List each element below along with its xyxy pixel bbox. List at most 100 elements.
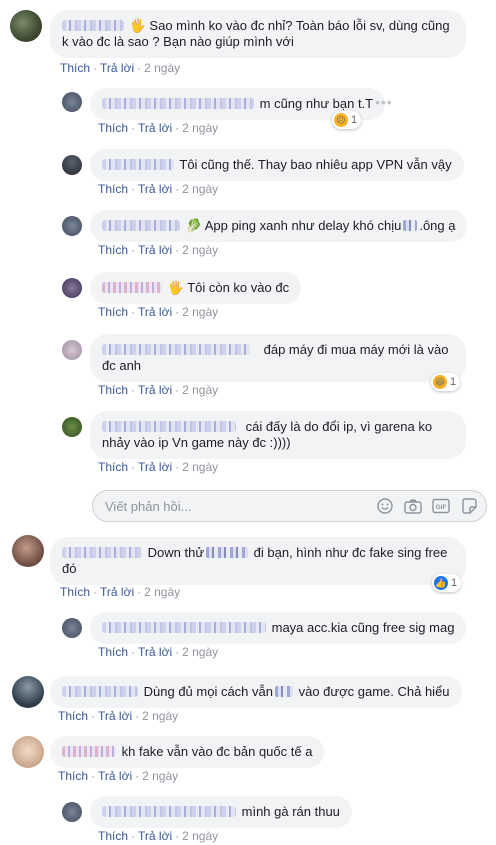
timestamp[interactable]: 2 ngày [182, 829, 218, 843]
comment-actions: Thích · Trả lời · 2 ngày [98, 645, 219, 659]
timestamp[interactable]: 2 ngày [144, 585, 180, 599]
like-link[interactable]: Thích [60, 61, 90, 75]
avatar[interactable] [62, 802, 82, 822]
avatar[interactable] [62, 216, 82, 236]
haha-reaction-icon: 😆 [433, 375, 447, 389]
timestamp[interactable]: 2 ngày [182, 383, 218, 397]
reply-link[interactable]: Trả lời [100, 585, 134, 599]
avatar[interactable] [62, 618, 82, 638]
comment-text-continued: vào được game. Chả hiểu [298, 684, 450, 699]
reply-link[interactable]: Trả lời [138, 460, 172, 474]
reaction-count[interactable]: 😆 1 [431, 373, 461, 391]
reply-bubble: mình gà rán thuu [90, 796, 352, 828]
avatar[interactable] [10, 10, 42, 42]
timestamp[interactable]: 2 ngày [182, 460, 218, 474]
comment-text: Tôi cũng thế. Thay bao nhiêu app VPN vẫn… [179, 157, 452, 172]
commenter-name[interactable] [102, 159, 174, 170]
gif-icon[interactable]: GIF [432, 497, 450, 515]
comment-bubble: Dùng đủ mọi cách vẫn vào được game. Chả … [50, 676, 462, 708]
reply-bubble: 🥬 App ping xanh như delay khó chịu .ông ạ [90, 210, 468, 242]
commenter-name[interactable] [102, 282, 162, 293]
comment-actions: Thích · Trả lời · 2 ngày [98, 121, 219, 135]
like-link[interactable]: Thích [98, 645, 128, 659]
commenter-name[interactable] [102, 421, 236, 432]
comment-text: 🥬 App ping xanh như delay khó chịu [185, 218, 402, 233]
avatar[interactable] [62, 417, 82, 437]
avatar[interactable] [62, 278, 82, 298]
commenter-name[interactable] [102, 344, 250, 355]
timestamp[interactable]: 2 ngày [182, 121, 218, 135]
commenter-name[interactable] [62, 686, 138, 697]
commenter-name[interactable] [62, 547, 142, 558]
timestamp[interactable]: 2 ngày [182, 243, 218, 257]
comment-actions: Thích · Trả lời · 2 ngày [98, 460, 219, 474]
more-icon[interactable]: ••• [375, 94, 393, 110]
reaction-count[interactable]: ☹ 1 [332, 111, 362, 129]
commenter-name[interactable] [102, 98, 254, 109]
timestamp[interactable]: 2 ngày [182, 305, 218, 319]
reply-link[interactable]: Trả lời [100, 61, 134, 75]
commenter-name[interactable] [102, 220, 180, 231]
avatar[interactable] [62, 155, 82, 175]
timestamp[interactable]: 2 ngày [142, 769, 178, 783]
like-link[interactable]: Thích [98, 305, 128, 319]
reply-bubble: Tôi cũng thế. Thay bao nhiêu app VPN vẫn… [90, 149, 464, 181]
like-link[interactable]: Thích [98, 243, 128, 257]
comment-actions: Thích · Trả lời · 2 ngày [98, 243, 219, 257]
like-link[interactable]: Thích [58, 709, 88, 723]
like-link[interactable]: Thích [98, 182, 128, 196]
reply-link[interactable]: Trả lời [138, 383, 172, 397]
timestamp[interactable]: 2 ngày [144, 61, 180, 75]
sad-reaction-icon: ☹ [334, 113, 348, 127]
reply-input[interactable]: Viết phản hồi... GIF [92, 490, 487, 522]
comment-actions: Thích · Trả lời · 2 ngày [58, 709, 179, 723]
avatar[interactable] [12, 676, 44, 708]
emoji-icon[interactable] [376, 497, 394, 515]
comment-actions: Thích · Trả lời · 2 ngày [98, 829, 219, 843]
like-link[interactable]: Thích [60, 585, 90, 599]
comment-text: maya acc.kia cũng free sig mag [271, 620, 455, 635]
reply-link[interactable]: Trả lời [138, 645, 172, 659]
reply-bubble: maya acc.kia cũng free sig mag [90, 612, 467, 644]
reply-tools: GIF [376, 497, 478, 515]
comment-actions: Thích · Trả lời · 2 ngày [60, 61, 181, 75]
like-link[interactable]: Thích [98, 383, 128, 397]
comment-text: 🖐 Tôi còn ko vào đc [167, 280, 290, 295]
timestamp[interactable]: 2 ngày [182, 645, 218, 659]
like-link[interactable]: Thích [98, 829, 128, 843]
comment-actions: Thích · Trả lời · 2 ngày [58, 769, 179, 783]
avatar[interactable] [12, 736, 44, 768]
reply-link[interactable]: Trả lời [138, 829, 172, 843]
reply-link[interactable]: Trả lời [98, 769, 132, 783]
reply-bubble: đáp máy đi mua máy mới là vào đc anh [90, 334, 466, 382]
reaction-count[interactable]: 👍 1 [432, 574, 462, 592]
camera-icon[interactable] [404, 497, 422, 515]
comment-actions: Thích · Trả lời · 2 ngày [98, 305, 219, 319]
sticker-icon[interactable] [460, 497, 478, 515]
avatar[interactable] [12, 535, 44, 567]
reply-link[interactable]: Trả lời [138, 121, 172, 135]
timestamp[interactable]: 2 ngày [182, 182, 218, 196]
reply-link[interactable]: Trả lời [138, 182, 172, 196]
comment-text: mình gà rán thuu [241, 804, 340, 819]
avatar[interactable] [62, 92, 82, 112]
reply-link[interactable]: Trả lời [138, 243, 172, 257]
comment-bubble: Down thử đi bạn, hình như đc fake sing f… [50, 537, 466, 585]
reply-link[interactable]: Trả lời [98, 709, 132, 723]
comment-actions: Thích · Trả lời · 2 ngày [98, 383, 219, 397]
comment-actions: Thích · Trả lời · 2 ngày [60, 585, 181, 599]
like-link[interactable]: Thích [98, 460, 128, 474]
commenter-name[interactable] [62, 746, 116, 757]
commenter-name[interactable] [102, 622, 266, 633]
like-link[interactable]: Thích [58, 769, 88, 783]
comment-bubble: 🖐 Sao mình ko vào đc nhỉ? Toàn báo lỗi s… [50, 10, 466, 58]
reply-bubble: cái đấy là do đổi ip, vì garena ko nhảy … [90, 411, 466, 459]
comment-text: Down thử [147, 545, 205, 560]
timestamp[interactable]: 2 ngày [142, 709, 178, 723]
reply-bubble: 🖐 Tôi còn ko vào đc [90, 272, 302, 304]
like-link[interactable]: Thích [98, 121, 128, 135]
commenter-name[interactable] [62, 20, 124, 31]
reply-link[interactable]: Trả lời [138, 305, 172, 319]
avatar[interactable] [62, 340, 82, 360]
commenter-name[interactable] [102, 806, 236, 817]
